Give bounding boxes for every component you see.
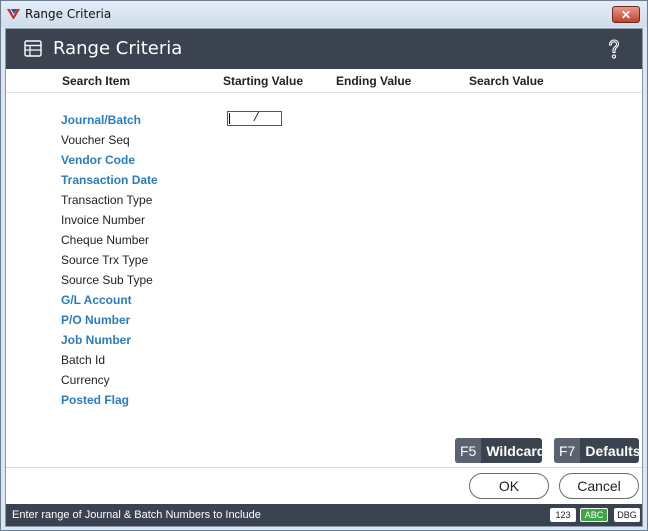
search-item-vendor-code[interactable]: Vendor Code (61, 153, 135, 167)
search-item-batch-id[interactable]: Batch Id (61, 353, 105, 367)
search-item-journal-batch[interactable]: Journal/Batch (61, 113, 141, 127)
f7-key-label: F7 (554, 438, 581, 463)
search-item-transaction-type[interactable]: Transaction Type (61, 193, 152, 207)
header-divider (6, 92, 642, 93)
search-item-invoice-number[interactable]: Invoice Number (61, 213, 145, 227)
mode-badge-123: 123 (550, 508, 576, 522)
search-item-cheque-number[interactable]: Cheque Number (61, 233, 149, 247)
question-mark-icon[interactable] (605, 38, 623, 60)
column-header-starting-value: Starting Value (223, 74, 304, 88)
search-item-voucher-seq[interactable]: Voucher Seq (61, 133, 130, 147)
dialog-content: Range Criteria Search Item Starting Valu… (5, 28, 643, 527)
mode-badge-abc: ABC (580, 508, 608, 522)
app-logo-icon (7, 9, 20, 19)
search-item-posted-flag[interactable]: Posted Flag (61, 393, 129, 407)
search-item-p-o-number[interactable]: P/O Number (61, 313, 130, 327)
title-bar[interactable]: Range Criteria ✕ (1, 1, 647, 27)
f5-key-label: F5 (455, 438, 482, 463)
cancel-button[interactable]: Cancel (559, 473, 639, 499)
mode-badge-dbg: DBG (614, 508, 640, 522)
status-bar: Enter range of Journal & Batch Numbers t… (6, 504, 642, 526)
wildcard-button[interactable]: F5 Wildcard (455, 438, 545, 463)
window-title: Range Criteria (25, 7, 112, 21)
search-item-g-l-account[interactable]: G/L Account (61, 293, 132, 307)
button-divider (6, 467, 642, 468)
ok-button[interactable]: OK (469, 473, 549, 499)
journal-batch-starting-value-input[interactable]: / (227, 111, 282, 126)
close-icon: ✕ (620, 7, 632, 22)
dialog-header: Range Criteria (6, 29, 642, 69)
search-item-currency[interactable]: Currency (61, 373, 110, 387)
status-message: Enter range of Journal & Batch Numbers t… (12, 509, 261, 521)
column-header-search-value: Search Value (469, 74, 544, 88)
search-item-source-trx-type[interactable]: Source Trx Type (61, 253, 148, 267)
table-icon (24, 40, 42, 57)
search-item-job-number[interactable]: Job Number (61, 333, 131, 347)
search-item-source-sub-type[interactable]: Source Sub Type (61, 273, 153, 287)
search-item-transaction-date[interactable]: Transaction Date (61, 173, 158, 187)
page-title: Range Criteria (53, 38, 183, 59)
column-header-ending-value: Ending Value (336, 74, 412, 88)
defaults-label: Defaults (585, 442, 641, 459)
column-header-search-item: Search Item (62, 74, 131, 88)
close-button[interactable]: ✕ (612, 6, 640, 23)
defaults-button[interactable]: F7 Defaults (554, 438, 641, 463)
text-caret (229, 113, 230, 124)
range-criteria-window: Range Criteria ✕ Range Criteria Search I… (0, 0, 648, 531)
wildcard-label: Wildcard (486, 442, 546, 459)
